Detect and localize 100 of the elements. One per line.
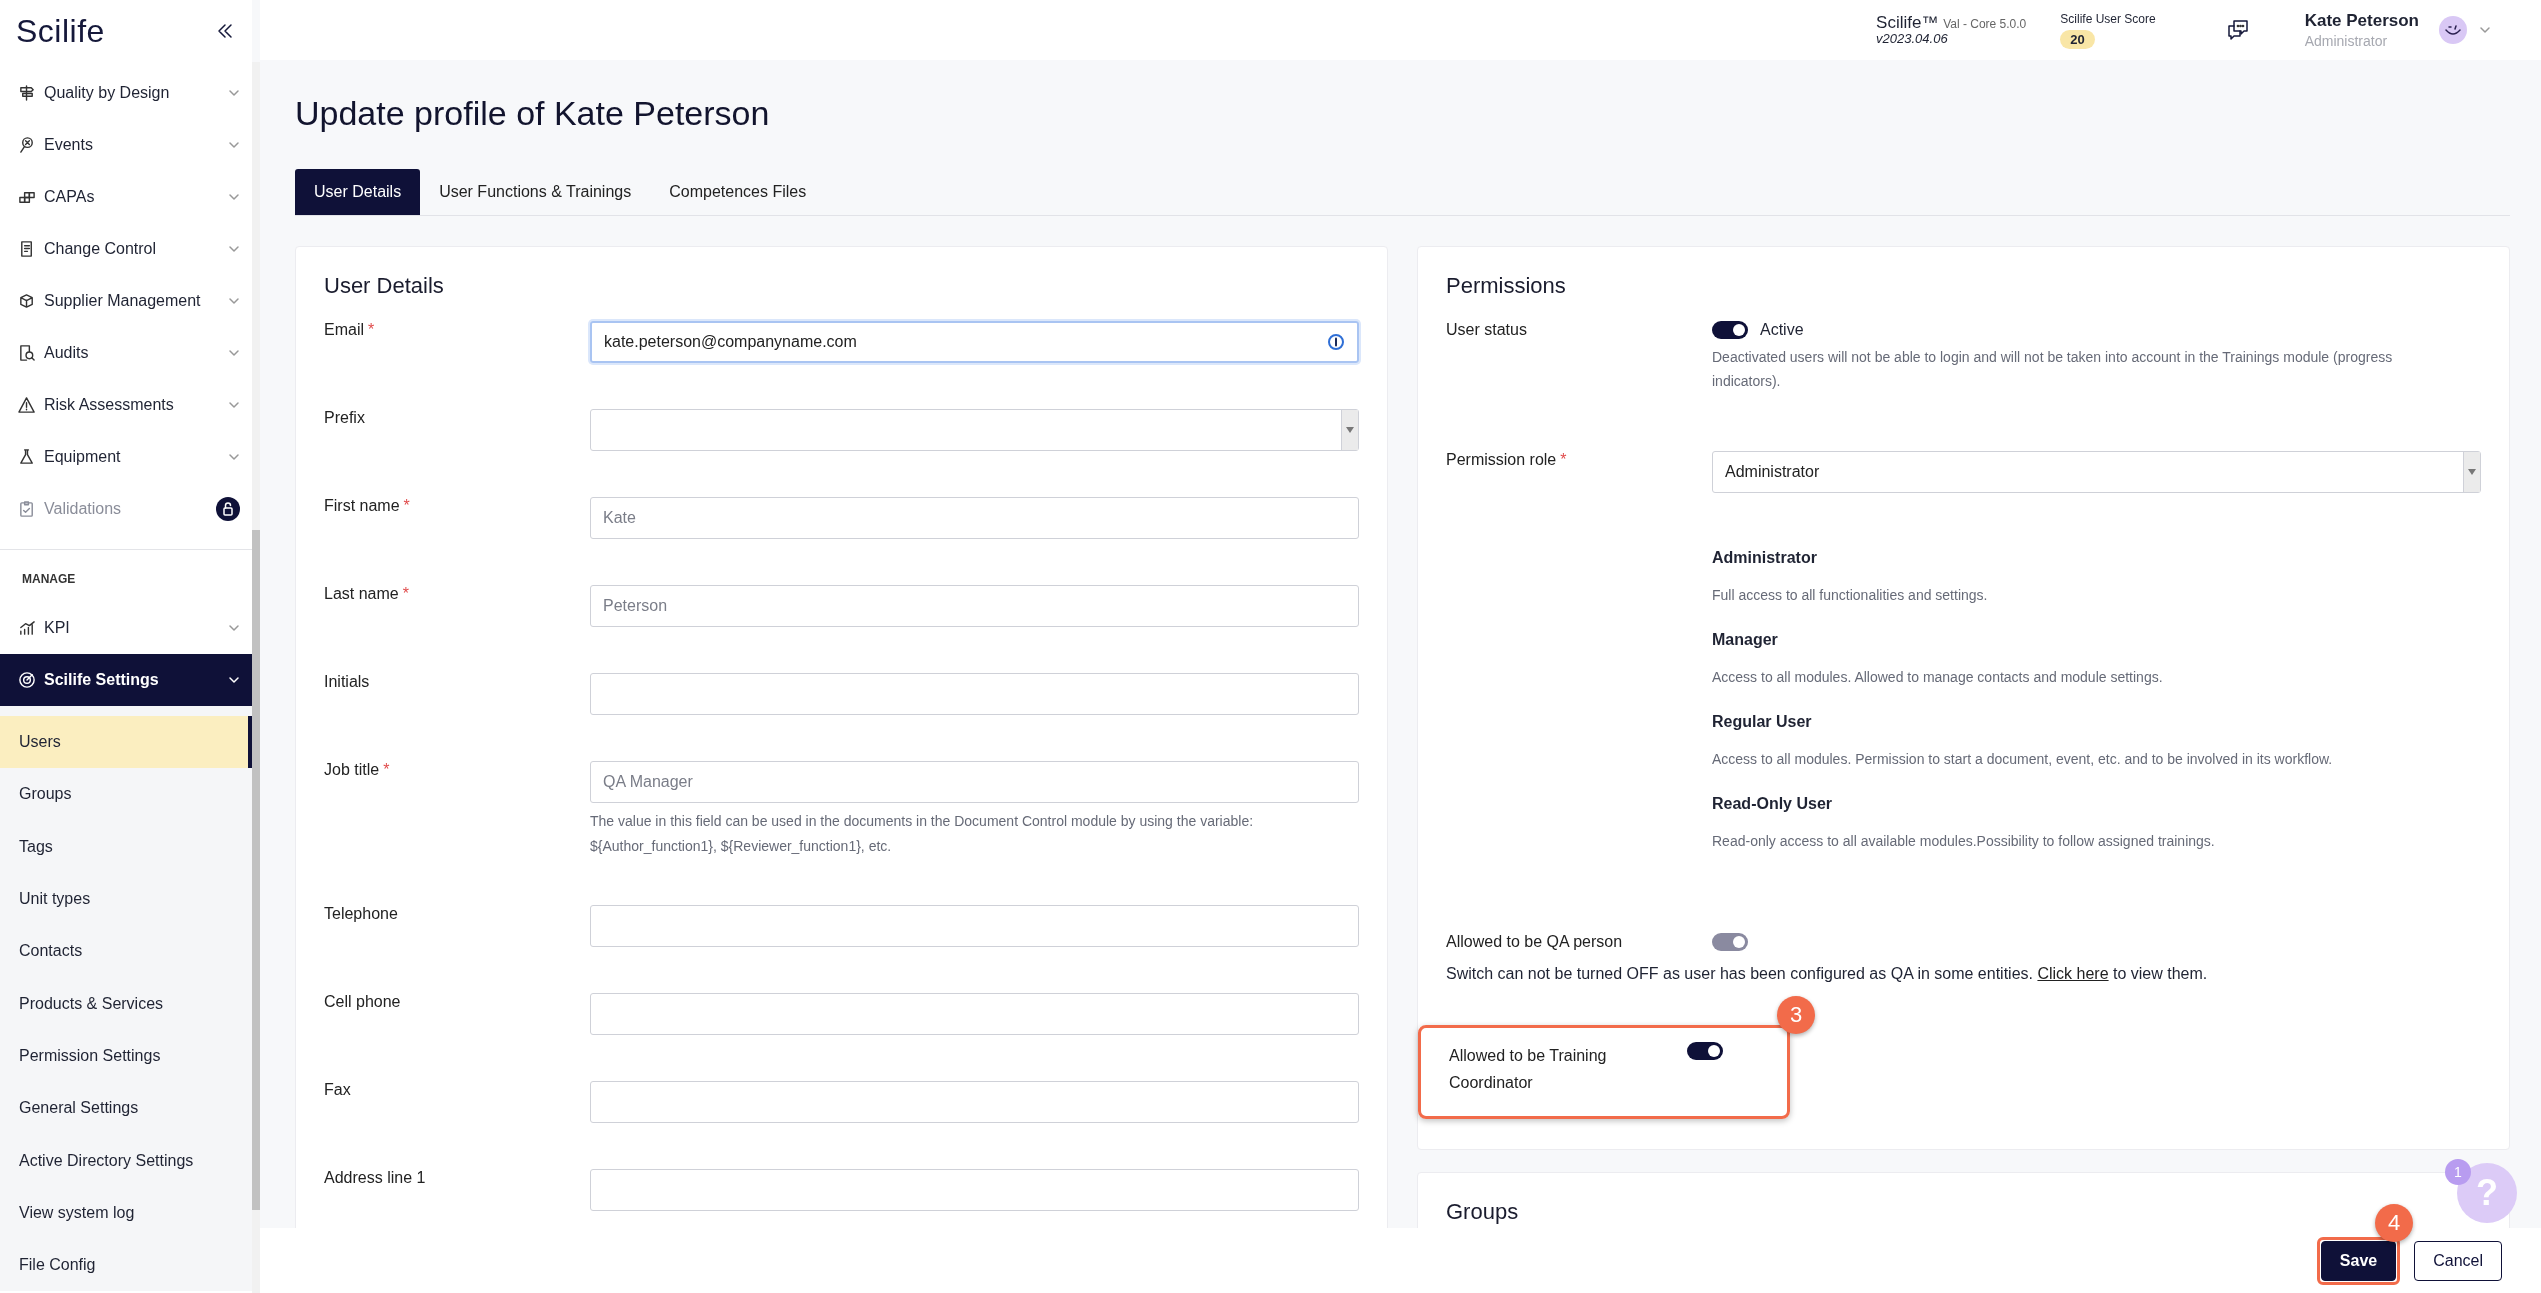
tab[interactable]: Competences Files [650,169,826,215]
input-field[interactable]: QA Manager [590,761,1359,803]
field-label: Job title [324,761,380,778]
sidebar-item[interactable]: Equipment [0,431,252,483]
sidebar-subitem[interactable]: Active Directory Settings [0,1134,252,1187]
collapse-icon[interactable] [216,22,234,40]
required-mark: * [368,321,375,338]
required-mark: * [1560,451,1567,468]
chevron-down-icon [228,451,240,463]
save-button[interactable]: Save [2320,1240,2397,1281]
sidebar-subitem[interactable]: File Config [0,1238,252,1292]
input-field[interactable] [590,993,1359,1035]
sidebar-subitem[interactable]: Permission Settings [0,1029,252,1083]
chevron-down-icon [228,674,240,686]
signpost-icon [18,84,36,102]
input-field[interactable]: Kate [590,497,1359,539]
role-name: Administrator [1712,549,1818,567]
select-field[interactable] [590,409,1359,451]
input-field[interactable] [590,1081,1359,1123]
chevron-down-icon [228,622,240,634]
sidebar-subitem[interactable]: Products & Services [0,977,252,1030]
role-description: Access to all modules. Permission to start a document, event, etc. and to be involved in its workflow. [1712,751,2334,767]
sidebar-item[interactable]: Quality by Design [0,67,252,119]
sidebar-item[interactable]: CAPAs [0,171,252,223]
sidebar-subitem[interactable]: Contacts [0,925,252,978]
chevron-down-icon [228,347,240,359]
target-icon [18,671,36,689]
field-label: User status [1446,321,1527,338]
magnifier-icon [18,344,36,362]
role-description: Full access to all functionalities and settings. [1712,587,1989,603]
sidebar-subitem[interactable]: Unit types [0,872,252,926]
sidebar-subitem[interactable]: General Settings [0,1082,252,1135]
sidebar-subitem[interactable]: View system log [0,1186,252,1239]
chevron-down-icon [228,87,240,99]
step-badge: 3 [1777,996,1815,1034]
input-field[interactable]: kate.peterson@companyname.com [590,321,1359,363]
sidebar-item[interactable]: Events [0,119,252,171]
field-label: Initials [324,673,370,690]
sidebar-item[interactable]: KPI [0,602,252,654]
role-name: Read-Only User [1712,795,1834,813]
flask-icon [18,448,36,466]
notification-badge: 1 [2445,1159,2471,1185]
hint-text: The value in this field can be used in the documents in the Document Control module by using the variable: ${Author_function1}, ${Reviewer_function1}, etc. [590,812,1255,856]
chevron-down-icon [228,295,240,307]
required-mark: * [383,761,390,778]
page-title: Update profile of Kate Peterson [295,94,771,133]
sidebar-item[interactable]: Change Control [0,223,252,275]
field-label: Permission role [1446,451,1557,468]
logo: Scilife [16,12,105,50]
toggle-switch[interactable] [1687,1042,1723,1060]
toggle-switch[interactable] [1712,321,1748,339]
avatar-icon [2439,16,2467,44]
box-icon [18,292,36,310]
input-field[interactable] [590,905,1359,947]
section-label: MANAGE [21,571,77,588]
field-label: Address line 1 [324,1169,426,1186]
scrollbar[interactable] [252,62,260,1293]
select-field[interactable]: Administrator [1712,451,2481,493]
input-field[interactable] [590,673,1359,715]
sidebar-item[interactable]: Scilife Settings [0,654,252,706]
sidebar-item[interactable]: Risk Assessments [0,379,252,431]
field-label: Telephone [324,905,398,922]
sidebar-subitem[interactable]: Groups [0,768,252,821]
tab[interactable]: User Details [295,169,421,215]
chevron-down-icon [228,243,240,255]
cancel-button[interactable]: Cancel [2414,1240,2502,1281]
circle-icon [1327,333,1345,351]
section-title: Groups [1446,1199,1519,1225]
input-field[interactable]: Peterson [590,585,1359,627]
version-label: v2023.04.06 [1876,32,1949,48]
user-name: Kate Peterson [2304,9,2419,32]
field-label: Allowed to be QA person [1446,933,1623,950]
product-name: Scilife™ Val - Core 5.0.0 [1876,12,2027,33]
field-label: First name [324,497,400,514]
section-title: Permissions [1446,273,1566,299]
section-title: User Details [324,273,444,299]
sidebar-subitem[interactable]: Tags [0,820,252,873]
field-label: Fax [324,1081,351,1098]
sidebar-item[interactable]: Supplier Management [0,275,252,327]
clipboard-icon [18,500,36,518]
role-name: Manager [1712,631,1779,649]
field-label: Allowed to be Training Coordinator [1449,1047,1607,1091]
field-label: Prefix [324,409,365,426]
chevron-down-icon [228,399,240,411]
sidebar-subitem[interactable]: Users [0,716,252,769]
role-description: Access to all modules. Allowed to manage contacts and module settings. [1712,669,2164,685]
chat-icon[interactable] [2225,18,2250,42]
required-mark: * [403,497,410,514]
pin-icon [18,136,36,154]
chevron-down-icon[interactable] [2479,24,2491,36]
warning-icon [18,396,36,414]
tab[interactable]: User Functions & Trainings [420,169,651,215]
field-label: Email [324,321,364,338]
field-label: Last name [324,585,399,602]
required-mark: * [402,585,409,602]
role-name: Regular User [1712,713,1813,731]
input-field[interactable] [590,1169,1359,1211]
sidebar-item[interactable]: Audits [0,327,252,379]
field-label: Cell phone [324,993,401,1010]
toggle-label: Active [1760,321,1804,339]
